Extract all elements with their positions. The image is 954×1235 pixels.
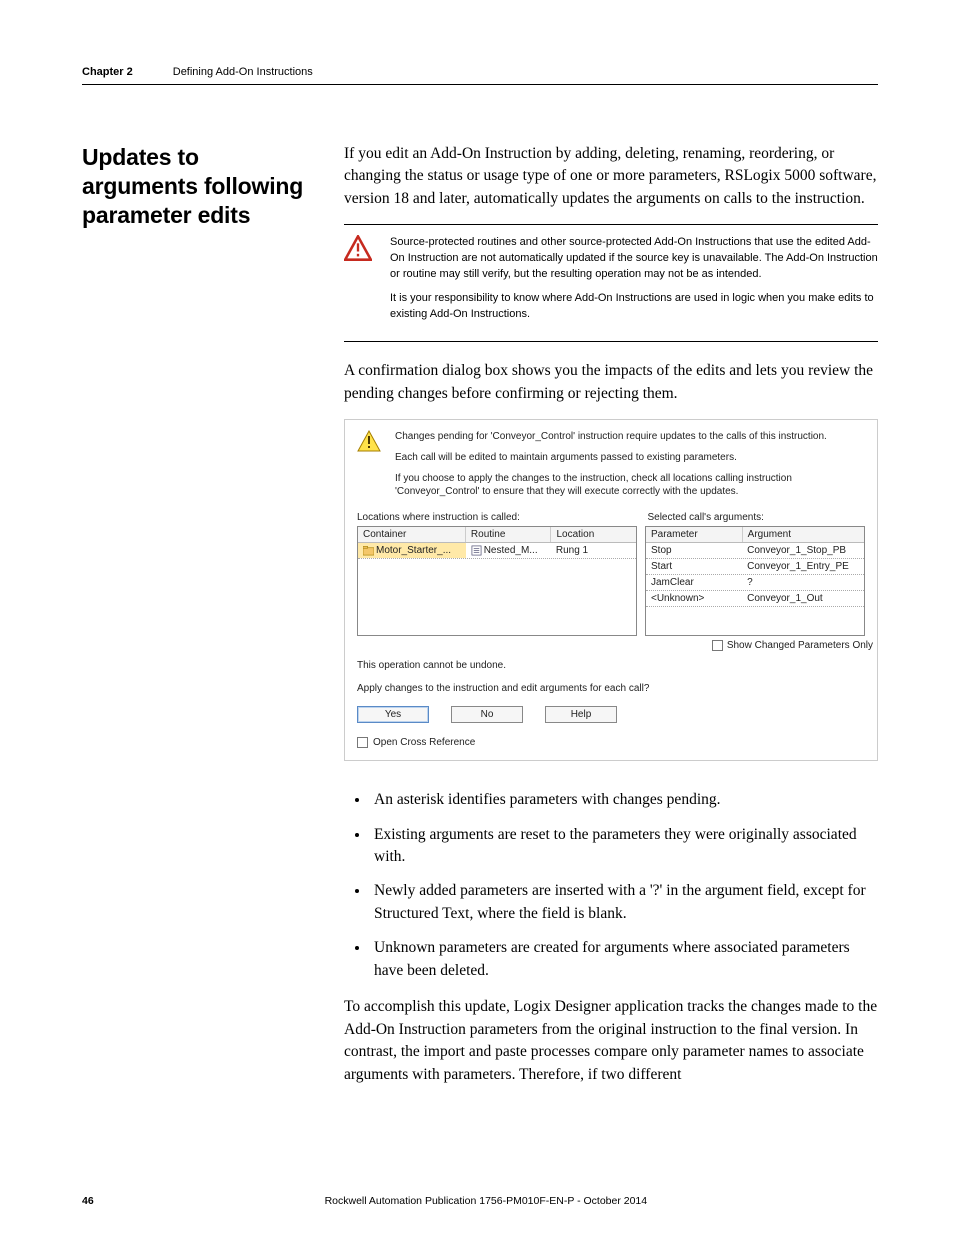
- attention-icon: [344, 235, 372, 331]
- running-header: Chapter 2 Defining Add-On Instructions: [82, 66, 878, 85]
- col-routine: Routine: [466, 527, 552, 542]
- apply-question: Apply changes to the instruction and edi…: [357, 682, 865, 697]
- chapter-label: Chapter 2: [82, 66, 133, 78]
- list-item: An asterisk identifies parameters with c…: [370, 789, 878, 811]
- closing-paragraph: To accomplish this update, Logix Designe…: [344, 996, 878, 1086]
- yes-button[interactable]: Yes: [357, 706, 429, 723]
- cell-parameter: Stop: [646, 543, 742, 558]
- arguments-label: Selected call's arguments:: [641, 512, 865, 523]
- col-parameter: Parameter: [646, 527, 743, 542]
- dialog-msg-2: Each call will be edited to maintain arg…: [395, 451, 865, 464]
- open-xref-label: Open Cross Reference: [373, 737, 475, 748]
- table-row[interactable]: Stop Conveyor_1_Stop_PB: [646, 543, 864, 559]
- no-button[interactable]: No: [451, 706, 523, 723]
- dialog-msg-3: If you choose to apply the changes to th…: [395, 472, 865, 498]
- cell-location: Rung 1: [551, 543, 636, 558]
- open-xref-checkbox[interactable]: [357, 737, 368, 748]
- col-location: Location: [551, 527, 636, 542]
- arguments-table[interactable]: Parameter Argument Stop Conveyor_1_Stop_…: [645, 526, 865, 636]
- table-row[interactable]: JamClear ?: [646, 575, 864, 591]
- attention-callout: Source-protected routines and other sour…: [344, 224, 878, 342]
- intro-paragraph: If you edit an Add-On Instruction by add…: [344, 143, 878, 210]
- list-item: Existing arguments are reset to the para…: [370, 824, 878, 869]
- show-changed-checkbox[interactable]: [712, 640, 723, 651]
- cell-argument: Conveyor_1_Out: [742, 591, 864, 606]
- cell-argument: Conveyor_1_Stop_PB: [742, 543, 864, 558]
- folder-icon: [363, 545, 374, 556]
- cell-parameter: JamClear: [646, 575, 742, 590]
- show-changed-label: Show Changed Parameters Only: [727, 640, 873, 651]
- chapter-title: Defining Add-On Instructions: [173, 66, 313, 78]
- table-row[interactable]: <Unknown> Conveyor_1_Out: [646, 591, 864, 607]
- locations-table[interactable]: Container Routine Location Motor_Starter…: [357, 526, 637, 636]
- cannot-undo-text: This operation cannot be undone.: [357, 659, 865, 674]
- table-row[interactable]: Start Conveyor_1_Entry_PE: [646, 559, 864, 575]
- attention-text-1: Source-protected routines and other sour…: [390, 235, 878, 283]
- list-item: Newly added parameters are inserted with…: [370, 880, 878, 925]
- confirm-paragraph: A confirmation dialog box shows you the …: [344, 360, 878, 405]
- cell-container: Motor_Starter_...: [358, 543, 466, 558]
- list-item: Unknown parameters are created for argum…: [370, 937, 878, 982]
- attention-text-2: It is your responsibility to know where …: [390, 291, 878, 323]
- locations-label: Locations where instruction is called:: [357, 512, 641, 523]
- cell-routine: Nested_M...: [466, 543, 551, 558]
- dialog-msg-1: Changes pending for 'Conveyor_Control' i…: [395, 430, 865, 443]
- routine-icon: [471, 545, 482, 556]
- col-container: Container: [358, 527, 466, 542]
- publication-info: Rockwell Automation Publication 1756-PM0…: [94, 1195, 878, 1207]
- section-heading: Updates to arguments following parameter…: [82, 143, 314, 229]
- bullet-list: An asterisk identifies parameters with c…: [370, 789, 878, 982]
- cell-parameter: <Unknown>: [646, 591, 742, 606]
- page-footer: 46 Rockwell Automation Publication 1756-…: [82, 1195, 878, 1207]
- page-number: 46: [82, 1195, 94, 1207]
- cell-argument: Conveyor_1_Entry_PE: [742, 559, 864, 574]
- cell-argument: ?: [742, 575, 864, 590]
- cell-parameter: Start: [646, 559, 742, 574]
- table-row[interactable]: Motor_Starter_... Nested_M... Rung 1: [358, 543, 636, 559]
- col-argument: Argument: [743, 527, 864, 542]
- confirm-dialog: Changes pending for 'Conveyor_Control' i…: [344, 419, 878, 761]
- help-button[interactable]: Help: [545, 706, 617, 723]
- warning-icon: [357, 430, 383, 506]
